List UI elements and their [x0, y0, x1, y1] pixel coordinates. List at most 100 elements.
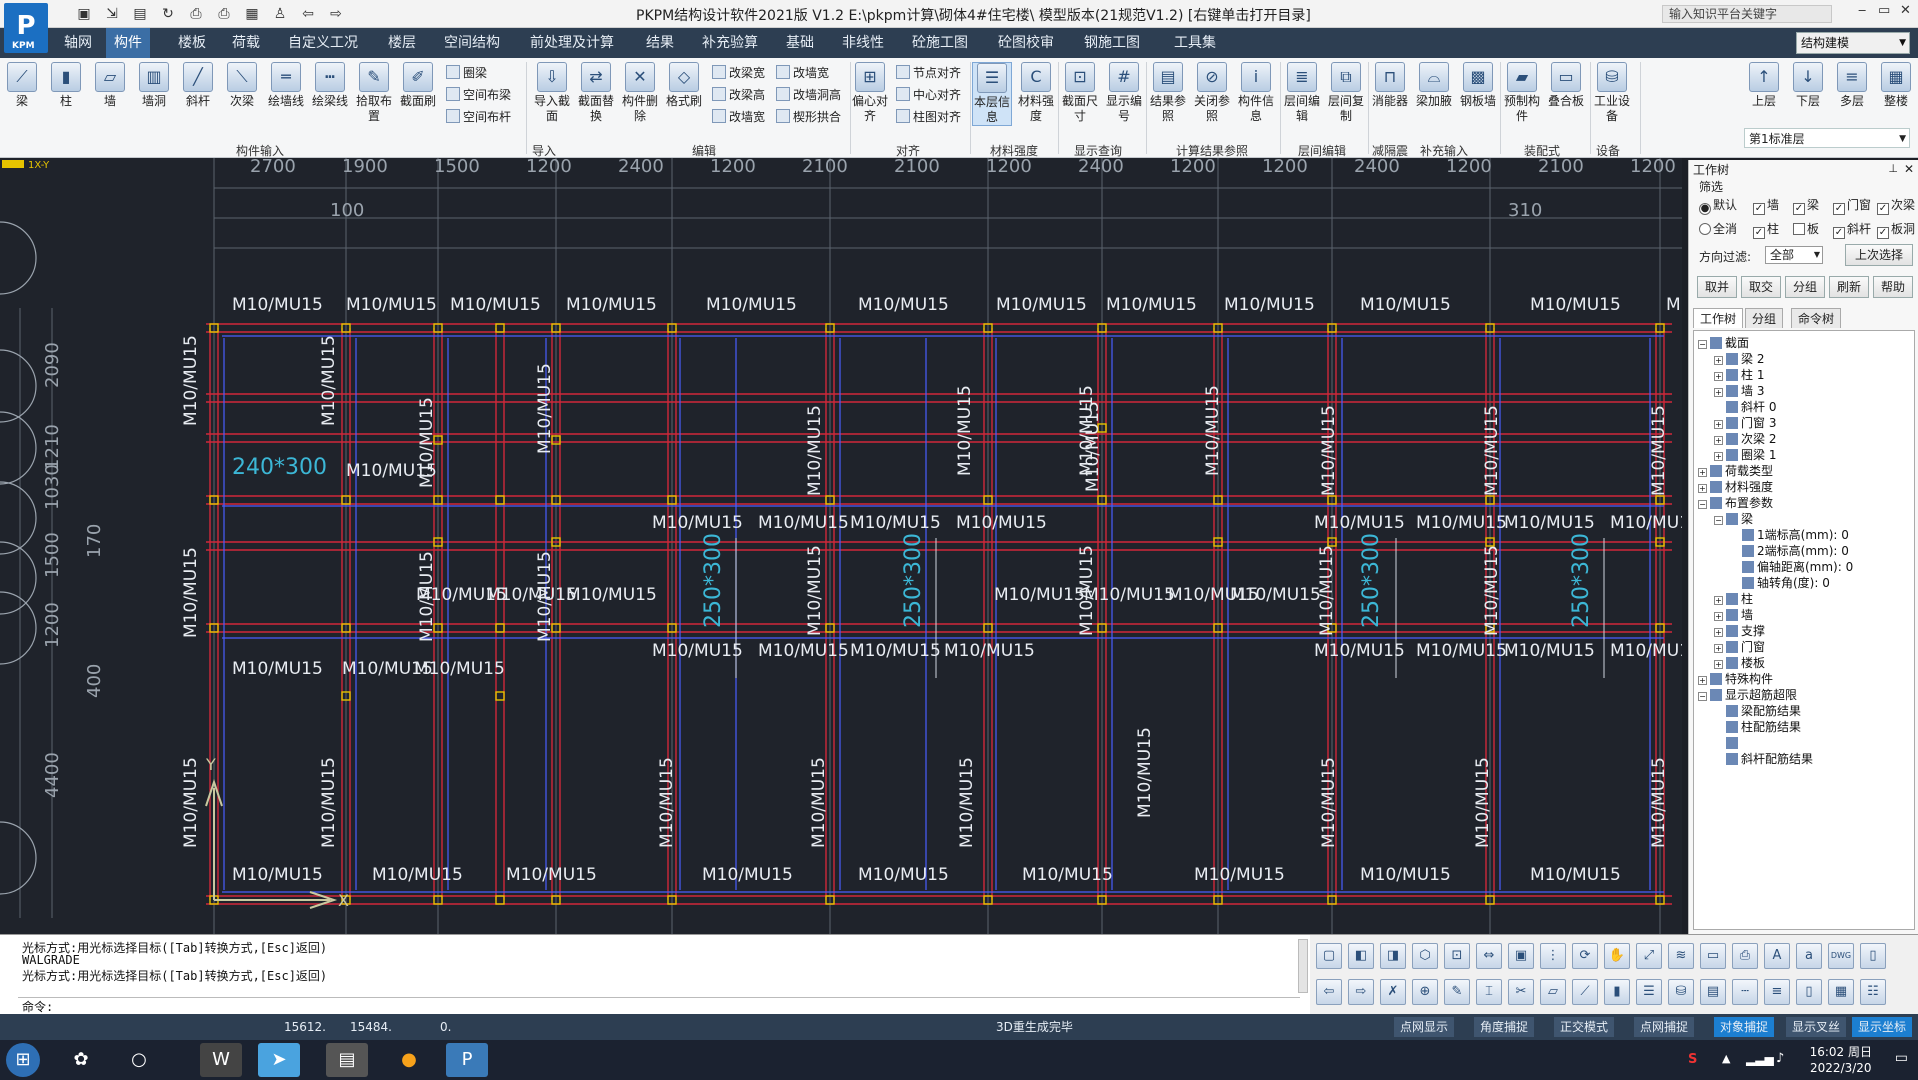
- close-icon[interactable]: ✕: [1904, 162, 1914, 176]
- wps-icon[interactable]: W: [200, 1043, 242, 1077]
- print-view-icon[interactable]: ⎙: [1732, 943, 1758, 969]
- left-view-icon[interactable]: ◨: [1380, 943, 1406, 969]
- zoom-extent-icon[interactable]: ⤢: [1636, 943, 1662, 969]
- result-reference-button[interactable]: ▤ 结果参照: [1148, 62, 1188, 124]
- move-view-icon[interactable]: ⇔: [1476, 943, 1502, 969]
- collapse-icon[interactable]: −: [1698, 500, 1707, 509]
- expand-icon[interactable]: +: [1714, 372, 1723, 381]
- tab-group[interactable]: 分组: [1745, 308, 1784, 328]
- refresh-button[interactable]: 刷新: [1829, 276, 1869, 298]
- edit-icon[interactable]: ✎: [1444, 979, 1470, 1005]
- object-snap-toggle[interactable]: 对象捕捉: [1714, 1017, 1775, 1037]
- table-icon[interactable]: ▤: [1700, 979, 1726, 1005]
- maximize-button[interactable]: ▭: [1878, 3, 1890, 18]
- damper-button[interactable]: ⊓ 消能器: [1370, 62, 1410, 109]
- tree-node[interactable]: 2端标高(mm): 0: [1730, 543, 1849, 559]
- expand-icon[interactable]: +: [1714, 388, 1723, 397]
- redo-icon[interactable]: ⇨: [326, 4, 346, 24]
- menu-axis[interactable]: 轴网: [56, 28, 100, 58]
- floor-info-button[interactable]: ☰ 本层信息: [972, 62, 1012, 126]
- module-select[interactable]: 结构建模 ▼: [1796, 32, 1910, 54]
- knowledge-search-input[interactable]: 输入知识平台关键字: [1662, 5, 1832, 23]
- tree-node[interactable]: − 布置参数: [1698, 495, 1773, 511]
- tree-node[interactable]: + 次梁 2: [1714, 431, 1776, 447]
- notification-icon[interactable]: ▭: [1895, 1050, 1908, 1066]
- menu-nonlinear[interactable]: 非线性: [834, 28, 892, 58]
- arrow-left-icon[interactable]: ⇦: [1316, 979, 1342, 1005]
- check-brace[interactable]: ✓ 斜杆: [1833, 220, 1871, 239]
- pin-icon[interactable]: ⊥: [1888, 162, 1898, 175]
- menu-space-structure[interactable]: 空间结构: [436, 28, 508, 58]
- plane-icon[interactable]: ▱: [1540, 979, 1566, 1005]
- collapse-icon[interactable]: −: [1714, 516, 1723, 525]
- check-slab[interactable]: 板: [1793, 220, 1819, 237]
- direction-filter-select[interactable]: 全部 ▼: [1765, 246, 1823, 264]
- tree-node[interactable]: − 截面: [1698, 335, 1749, 351]
- menu-results[interactable]: 结果: [638, 28, 682, 58]
- standard-layer-select[interactable]: 第1标准层 ▼: [1744, 128, 1910, 148]
- show-coords-toggle[interactable]: 显示坐标: [1852, 1017, 1913, 1037]
- check-door-window[interactable]: ✓ 门窗: [1833, 196, 1871, 215]
- export-icon[interactable]: ▦: [242, 4, 262, 24]
- command-input[interactable]: 命令:: [18, 997, 1300, 1014]
- tree-node[interactable]: + 荷载类型: [1698, 463, 1773, 479]
- menu-supplementary-check[interactable]: 补充验算: [694, 28, 766, 58]
- check-beam[interactable]: ✓ 梁: [1793, 196, 1819, 215]
- tab-work-tree[interactable]: 工作树: [1693, 308, 1744, 328]
- expand-icon[interactable]: +: [1714, 628, 1723, 637]
- rotate-view-icon[interactable]: ⟳: [1572, 943, 1598, 969]
- help-button[interactable]: 帮助: [1873, 276, 1913, 298]
- radio-clear-all[interactable]: 全消: [1699, 220, 1737, 237]
- node-align-button[interactable]: 节点对齐: [896, 62, 961, 84]
- grid-view-icon[interactable]: ⋮: [1540, 943, 1566, 969]
- expand-icon[interactable]: +: [1714, 356, 1723, 365]
- storage-icon[interactable]: ⛁: [1668, 979, 1694, 1005]
- tree-node[interactable]: 轴转角(度): 0: [1730, 575, 1830, 591]
- change-opening-height-button[interactable]: 改墙洞高: [776, 84, 841, 106]
- wedge-merge-button[interactable]: 楔形拱合: [776, 106, 841, 128]
- floor-plan[interactable]: 1X-Y 2700 1900 1500 1200 2400 1200 2100 2100 1200…: [0, 158, 1682, 934]
- menu-toolset[interactable]: 工具集: [1166, 28, 1224, 58]
- notepad-icon[interactable]: ▤: [326, 1043, 368, 1077]
- whole-building-button[interactable]: ▦ 整楼: [1876, 62, 1916, 109]
- composite-slab-button[interactable]: ▭ 叠合板: [1546, 62, 1586, 109]
- member-info-button[interactable]: i 构件信息: [1236, 62, 1276, 124]
- intersect-button[interactable]: 取交: [1741, 276, 1781, 298]
- iso-view-icon[interactable]: ⬡: [1412, 943, 1438, 969]
- tree-node[interactable]: [1714, 735, 1741, 751]
- arrow-right-icon[interactable]: ⇨: [1348, 979, 1374, 1005]
- check-wall[interactable]: ✓ 墙: [1753, 196, 1779, 215]
- radio-default[interactable]: ● 默认: [1699, 196, 1737, 215]
- menu-preprocess[interactable]: 前处理及计算: [522, 28, 622, 58]
- system-clock[interactable]: 16:02 周日 2022/3/20: [1810, 1044, 1872, 1076]
- layer-view-icon[interactable]: ≋: [1668, 943, 1694, 969]
- expand-icon[interactable]: +: [1714, 644, 1723, 653]
- interlayer-copy-button[interactable]: ⧉ 层间复制: [1326, 62, 1366, 124]
- wall-opening-button[interactable]: ▥ 墙洞: [134, 62, 174, 109]
- delete-select-icon[interactable]: ✗: [1380, 979, 1406, 1005]
- tree-node[interactable]: 1端标高(mm): 0: [1730, 527, 1849, 543]
- collapse-icon[interactable]: −: [1698, 692, 1707, 701]
- user-icon[interactable]: ♙: [270, 4, 290, 24]
- measure-icon[interactable]: ⌶: [1476, 979, 1502, 1005]
- tree-node[interactable]: + 墙 3: [1714, 383, 1764, 399]
- expand-icon[interactable]: +: [1714, 660, 1723, 669]
- tree-node[interactable]: + 柱 1: [1714, 367, 1764, 383]
- start-button-icon[interactable]: ⊞: [6, 1043, 40, 1077]
- tree-node[interactable]: 斜杆 0: [1714, 399, 1776, 415]
- tree-node[interactable]: 梁配筋结果: [1714, 703, 1801, 719]
- change-beam-height-button[interactable]: 改梁高: [712, 84, 765, 106]
- search-icon[interactable]: ○: [118, 1043, 160, 1077]
- change-beam-width-button[interactable]: 改梁宽: [712, 62, 765, 84]
- tray-arrow-icon[interactable]: ▲: [1722, 1052, 1730, 1065]
- media-player-icon[interactable]: ●: [388, 1043, 430, 1077]
- open-icon[interactable]: ▤: [130, 4, 150, 24]
- select-window-icon[interactable]: ⊡: [1444, 943, 1470, 969]
- close-button[interactable]: ✕: [1900, 3, 1911, 18]
- cut-icon[interactable]: ✂: [1508, 979, 1534, 1005]
- list-view-icon[interactable]: ☷: [1860, 979, 1886, 1005]
- eccentric-align-button[interactable]: ⊞ 偏心对齐: [850, 62, 890, 124]
- menu-foundation[interactable]: 基础: [778, 28, 822, 58]
- tree-node[interactable]: + 特殊构件: [1698, 671, 1773, 687]
- command-window[interactable]: 光标方式:用光标选择目标([Tab]转换方式,[Esc]返回) WALGRADE…: [0, 934, 1310, 1014]
